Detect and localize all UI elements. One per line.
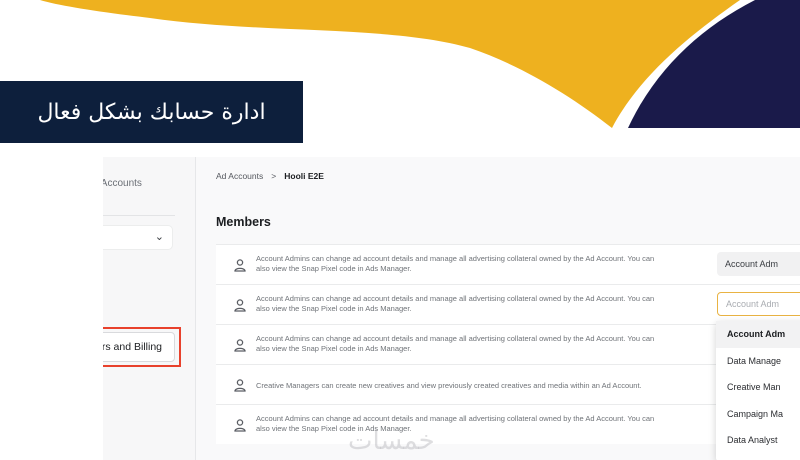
member-row: Account Admins can change ad account det…	[216, 244, 800, 284]
watermark-logo: خمسات	[348, 426, 435, 456]
person-icon	[234, 259, 246, 272]
person-icon	[234, 419, 246, 432]
member-role-description: Account Admins can change ad account det…	[256, 334, 655, 353]
sidebar-account-select[interactable]: ⌄	[103, 225, 173, 250]
main-content: Ad Accounts > Hooli E2E Members Account …	[196, 157, 800, 460]
banner-title: ادارة حسابك بشكل فعال	[0, 81, 303, 143]
member-row: Creative Managers can create new creativ…	[216, 364, 800, 404]
role-option-data-analyst[interactable]: Data Analyst	[716, 427, 800, 454]
member-role-description: Account Admins can change ad account det…	[256, 254, 655, 273]
breadcrumb-current: Hooli E2E	[284, 171, 324, 181]
members-list: Account Admins can change ad account det…	[216, 244, 800, 444]
member-role-description: Account Admins can change ad account det…	[256, 294, 655, 313]
chevron-down-icon: ⌄	[154, 231, 164, 243]
member-row: Account Admins can change ad account det…	[216, 324, 800, 364]
breadcrumb-separator: >	[271, 171, 277, 181]
member-row: Account Admins can change ad account det…	[216, 404, 800, 444]
role-option-creative-manager[interactable]: Creative Man	[716, 374, 800, 401]
member-role-description: Account Admins can change ad account det…	[256, 414, 655, 433]
role-option-campaign-manager[interactable]: Campaign Ma	[716, 401, 800, 428]
ads-manager-screenshot: e Accounts ⌄ ers and Billing Ad Accounts…	[103, 157, 800, 460]
person-icon	[234, 379, 246, 392]
sidebar-divider	[103, 215, 175, 216]
role-dropdown-menu: Account Adm Data Manage Creative Man Cam…	[716, 321, 800, 460]
breadcrumb-ad-accounts[interactable]: Ad Accounts	[216, 171, 263, 181]
sidebar: e Accounts ⌄ ers and Billing	[103, 157, 195, 460]
page-title: Members	[216, 215, 271, 229]
role-option-account-admin[interactable]: Account Adm	[716, 321, 800, 348]
member-role-description: Creative Managers can create new creativ…	[256, 381, 642, 390]
person-icon	[234, 299, 246, 312]
sidebar-item-members-billing[interactable]: ers and Billing	[103, 332, 175, 362]
billing-highlight-box: ers and Billing	[103, 327, 181, 367]
member-row: Account Admins can change ad account det…	[216, 284, 800, 324]
role-select[interactable]: Account Adm	[717, 252, 800, 276]
sidebar-item-accounts[interactable]: e Accounts	[103, 178, 142, 189]
role-option-data-manager[interactable]: Data Manage	[716, 348, 800, 375]
breadcrumb: Ad Accounts > Hooli E2E	[216, 171, 324, 181]
person-icon	[234, 339, 246, 352]
role-select-active[interactable]: Account Adm	[717, 292, 800, 316]
